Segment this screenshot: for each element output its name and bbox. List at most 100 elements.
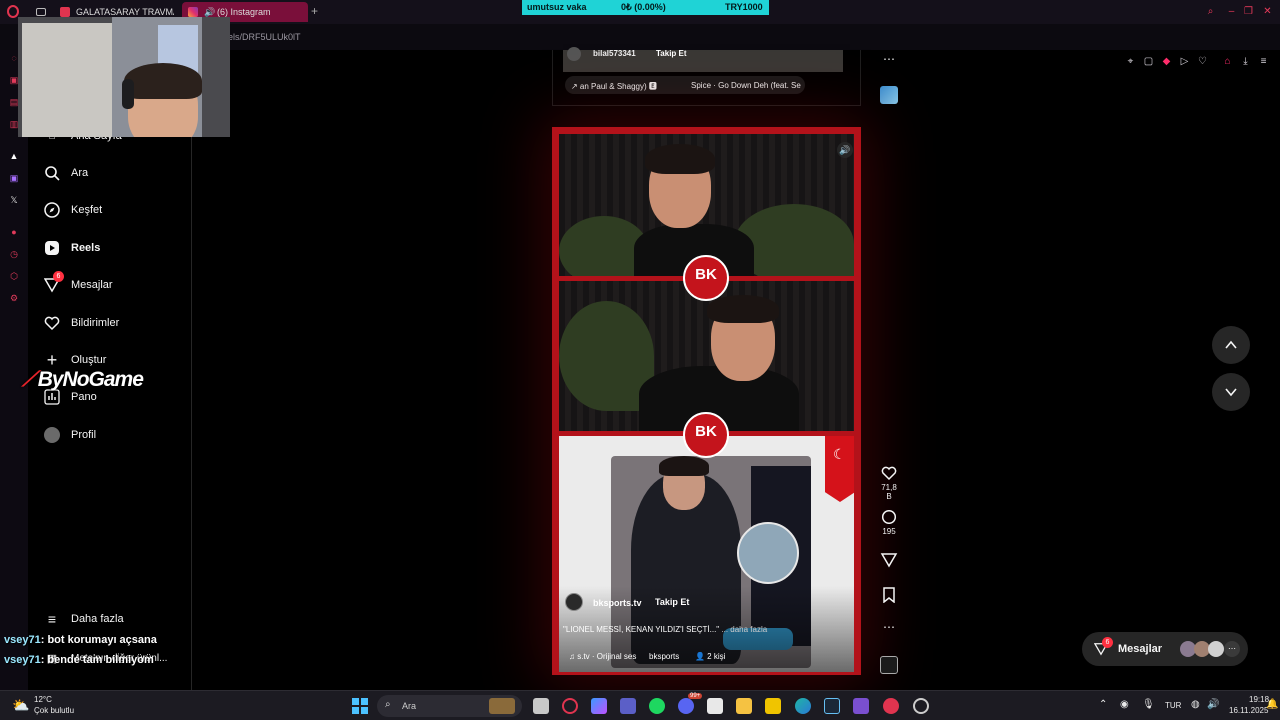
notification-bell-icon[interactable]: 🔔 <box>1266 699 1278 710</box>
download-icon[interactable]: ⤓ <box>1240 56 1251 67</box>
lock-icon[interactable]: ⌂ <box>1222 56 1233 67</box>
search-tabs-icon[interactable]: ⌕ <box>1205 6 1216 17</box>
nav-label: Ara <box>71 167 89 179</box>
task-view-icon[interactable] <box>533 698 549 714</box>
more-options-icon[interactable]: ⋯ <box>878 620 900 634</box>
new-tab-button[interactable]: + <box>311 4 318 18</box>
avatar <box>43 426 61 444</box>
pin-icon[interactable]: ⌖ <box>1125 56 1136 67</box>
nav-notifications[interactable]: Bildirimler <box>43 312 183 334</box>
tray-volume-icon[interactable]: 🔊 <box>1207 699 1219 710</box>
tray-wifi-icon[interactable]: ◍ <box>1191 699 1200 710</box>
chevron-up-icon <box>1225 340 1237 349</box>
messages-pill[interactable]: 6 Mesajlar ⋯ <box>1082 632 1248 666</box>
next-reel-button[interactable] <box>1212 373 1250 411</box>
ticker-amount: TRY1000 <box>725 2 763 12</box>
reel-video[interactable]: 🔊 ☾ BK BK bksports.tv Takip Et "LIONEL M… <box>552 127 861 675</box>
menu-icon[interactable]: ≡ <box>1258 56 1269 67</box>
nav-reels[interactable]: Reels <box>43 237 183 259</box>
nav-explore[interactable]: Keşfet <box>43 199 183 221</box>
reel-author-avatar[interactable] <box>565 593 583 611</box>
file-explorer-icon[interactable] <box>736 698 752 714</box>
red-app-icon[interactable] <box>883 698 899 714</box>
tray-mic-icon[interactable]: 🎙 <box>1142 699 1155 710</box>
nav-profile[interactable]: Profil <box>43 424 183 446</box>
nav-label: Mesajlar <box>71 279 113 291</box>
bynogame-mark-icon: ⟋ <box>22 368 37 391</box>
rail-history-icon[interactable]: ◷ <box>8 248 20 260</box>
previous-reel-username[interactable]: bilal573341 <box>593 49 636 58</box>
nav-label: Daha fazla <box>71 613 124 625</box>
weather-icon[interactable]: ⛅ <box>12 697 29 714</box>
volume-icon[interactable]: 🔊 <box>837 142 853 158</box>
previous-audio-thumb[interactable] <box>880 86 898 104</box>
workspaces-icon[interactable] <box>36 8 46 16</box>
input-language[interactable]: TUR <box>1165 701 1181 710</box>
vpn-shield-icon[interactable]: ◆ <box>1161 56 1172 67</box>
caption-more[interactable]: ... daha fazla <box>721 625 767 634</box>
minimize-icon[interactable]: – <box>1226 6 1237 17</box>
rail-aria-icon[interactable]: ▲ <box>8 150 20 162</box>
tray-overflow-icon[interactable]: ⌃ <box>1099 699 1107 710</box>
reel-people-tag[interactable]: 👤 2 kişi <box>695 652 725 661</box>
comment-count: 195 <box>882 527 896 536</box>
like-button[interactable]: 71,8 B <box>878 465 900 501</box>
rail-extensions-icon[interactable]: ⬡ <box>8 270 20 282</box>
bk-logo-text: BK <box>695 266 717 283</box>
url-field[interactable]: els/DRF5ULUk0lT <box>228 32 301 42</box>
previous-reel-avatar[interactable] <box>567 47 581 61</box>
youtube-favicon-icon <box>60 7 70 17</box>
taskbar-search[interactable]: ⌕ Ara <box>377 695 522 717</box>
steam-icon[interactable] <box>824 698 840 714</box>
tray-network-icon[interactable]: ◉ <box>1120 699 1129 710</box>
reel-audio-tag[interactable]: bksports <box>649 652 679 661</box>
nav-label: Bildirimler <box>71 317 120 329</box>
previous-reel-audio: ↗ an Paul & Shaggy) 🅴 <box>571 82 657 91</box>
obs-like-icon[interactable] <box>853 698 869 714</box>
share-button[interactable] <box>878 552 900 570</box>
nav-label: Keşfet <box>71 204 103 216</box>
snapshot-icon[interactable]: ▢ <box>1143 56 1154 67</box>
reel-caption[interactable]: "LIONEL MESSİ, KENAN YILDIZ'I SEÇTİ..." … <box>563 625 853 634</box>
teams-icon[interactable] <box>620 698 636 714</box>
comment-button[interactable]: 195 <box>878 509 900 536</box>
reel-audio-thumb[interactable] <box>880 656 898 674</box>
clock-date[interactable]: 16.11.2025 <box>1229 706 1268 715</box>
previous-more-icon[interactable]: ⋯ <box>878 52 900 66</box>
bk-logo: BK <box>683 255 729 301</box>
close-icon[interactable]: ✕ <box>1262 6 1273 17</box>
turkey-flag: ☾ <box>825 436 854 502</box>
gear-app-icon[interactable] <box>913 698 929 714</box>
nav-search[interactable]: Ara <box>43 162 183 184</box>
opera-gx-icon[interactable] <box>562 698 578 714</box>
rail-settings-icon[interactable]: ⚙ <box>8 292 20 304</box>
send-icon <box>880 553 898 568</box>
edge-icon[interactable] <box>795 698 811 714</box>
messages-badge: 6 <box>53 271 64 282</box>
reel-username[interactable]: bksports.tv <box>593 598 642 608</box>
previous-reel-button[interactable] <box>1212 326 1250 364</box>
play-icon[interactable]: ▷ <box>1179 56 1190 67</box>
save-button[interactable] <box>878 587 900 605</box>
restore-icon[interactable]: ❐ <box>1243 6 1254 17</box>
rail-x-icon[interactable]: 𝕏 <box>8 194 20 206</box>
store-icon[interactable] <box>707 698 723 714</box>
previous-reel[interactable]: bilal573341 Takip Et ↗ an Paul & Shaggy)… <box>552 47 861 106</box>
rail-music-icon[interactable]: ● <box>8 226 20 238</box>
spotify-icon[interactable] <box>649 698 665 714</box>
nav-messages[interactable]: 6 Mesajlar <box>43 271 183 296</box>
hamburger-icon: ≡ <box>47 611 57 627</box>
nav-label: Profil <box>71 429 97 441</box>
copilot-icon[interactable] <box>591 698 607 714</box>
rail-twitch-icon[interactable]: ▣ <box>8 172 20 184</box>
heart-icon[interactable]: ♡ <box>1197 56 1208 67</box>
app-r-icon[interactable] <box>765 698 781 714</box>
start-icon[interactable] <box>352 698 368 714</box>
reel-follow-button[interactable]: Takip Et <box>655 597 689 607</box>
reel-audio[interactable]: ♫ s.tv · Orijinal ses <box>569 652 636 661</box>
previous-reel-follow[interactable]: Takip Et <box>656 49 687 58</box>
chat-text: : bende tam bilmiyom <box>40 654 154 666</box>
discord-icon[interactable] <box>678 698 694 714</box>
nav-more[interactable]: ≡ Daha fazla <box>43 608 183 630</box>
weather-description: Çok bulutlu <box>34 706 75 715</box>
